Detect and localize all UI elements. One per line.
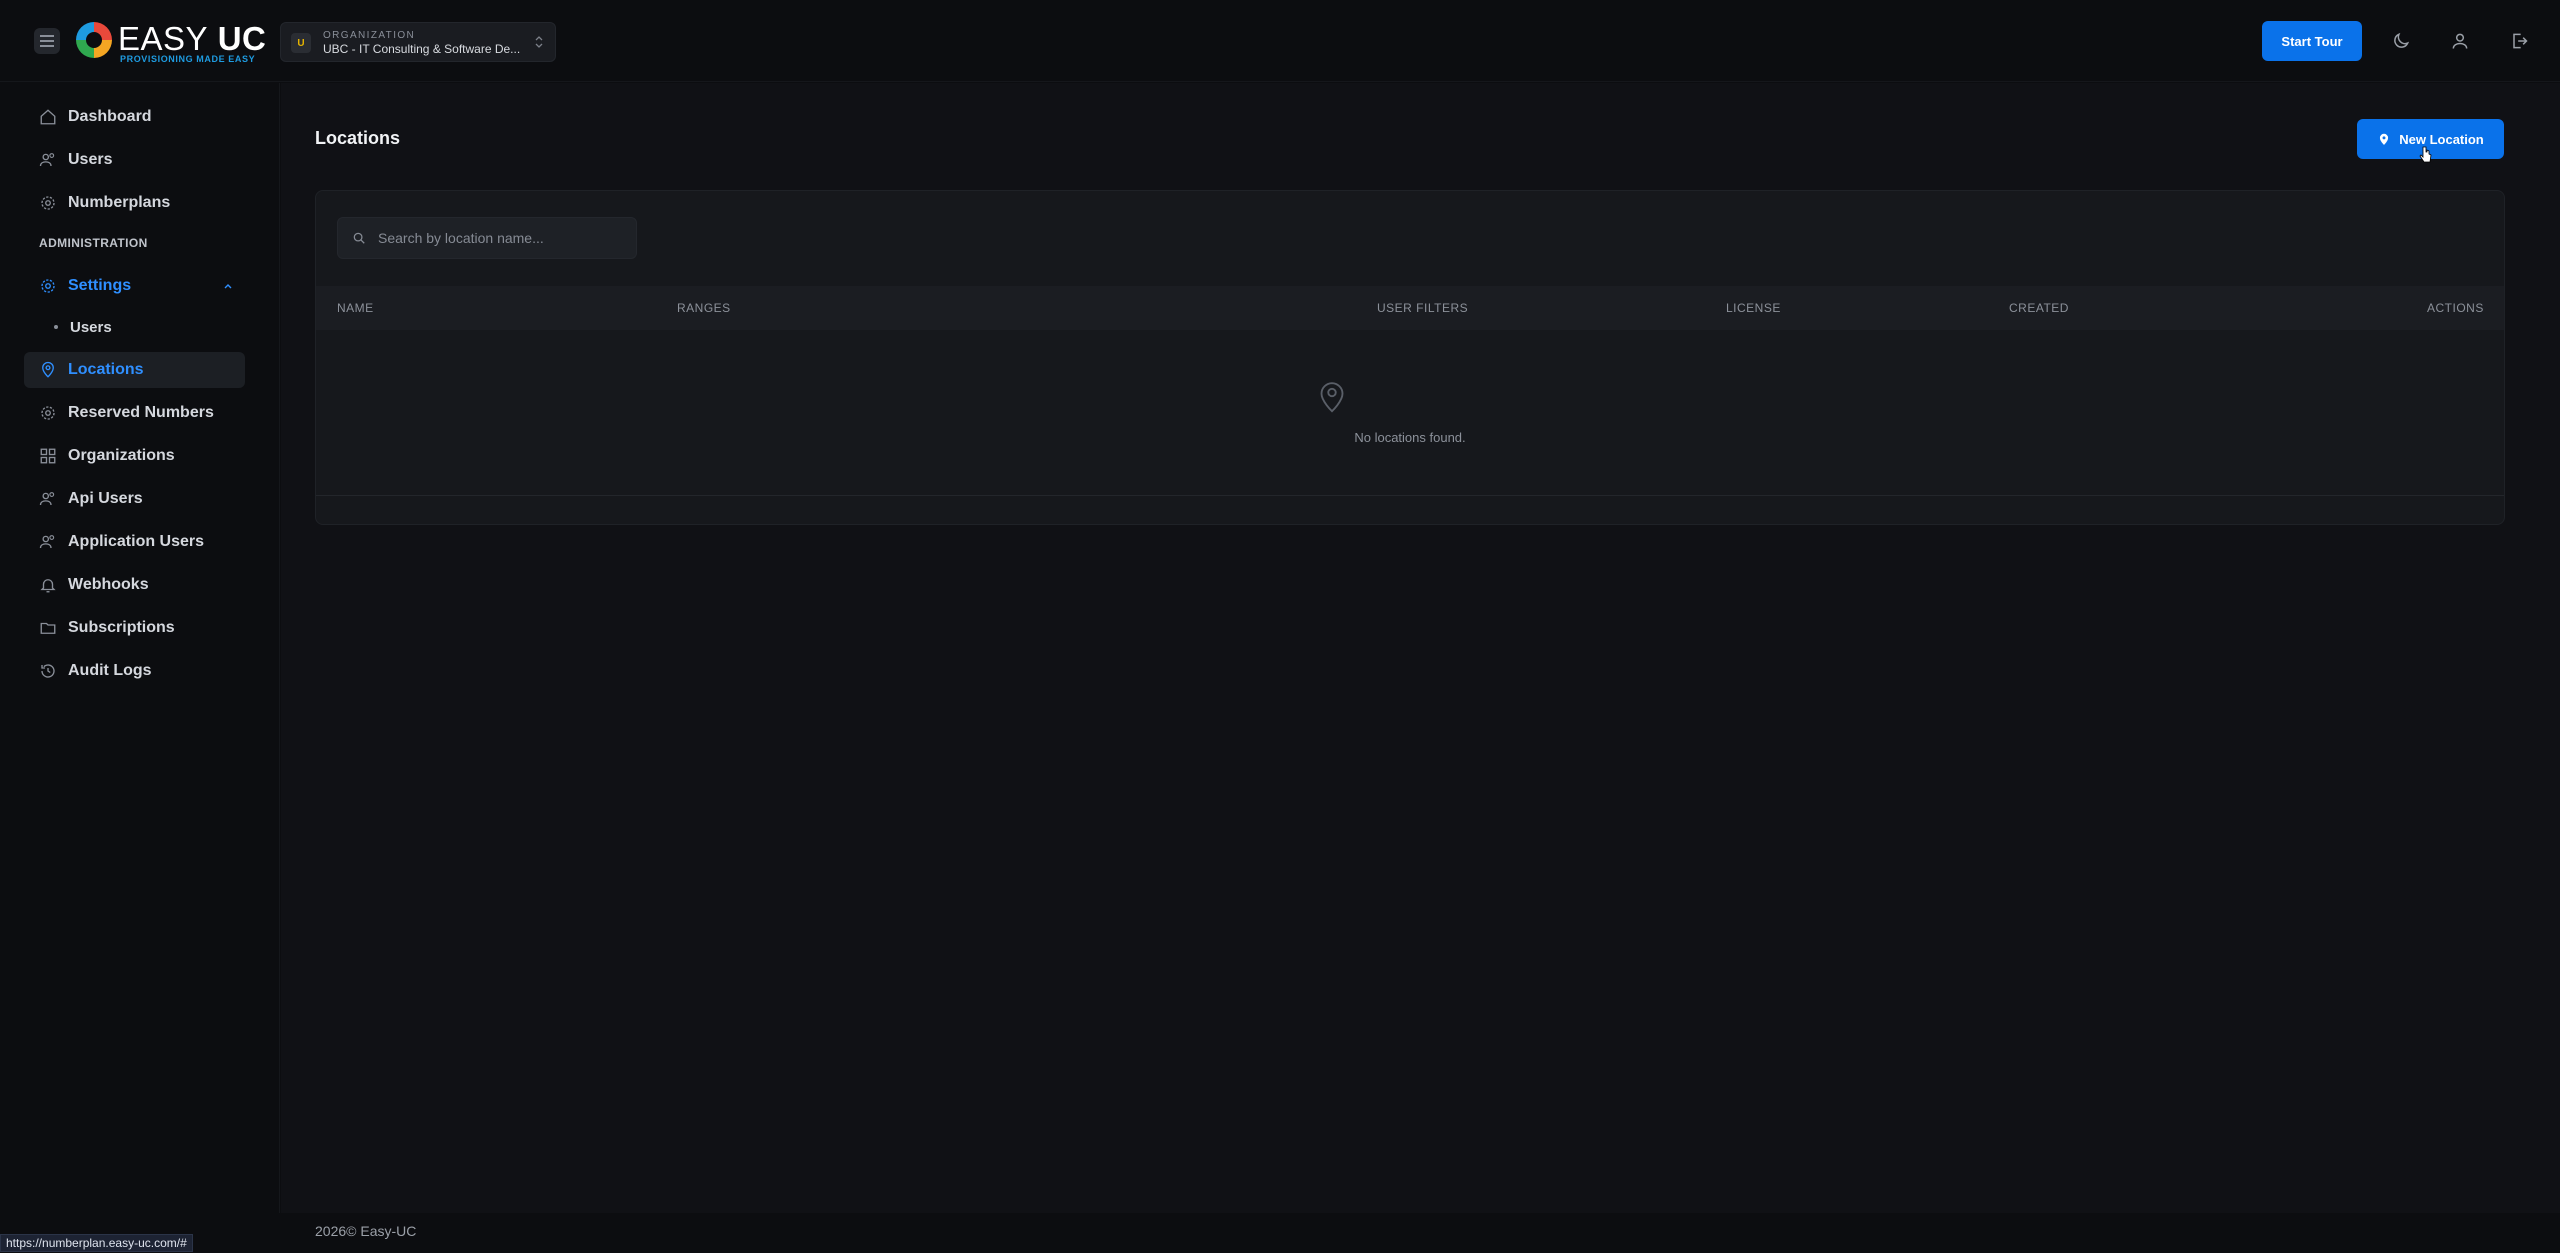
sidebar-item-webhooks[interactable]: Webhooks xyxy=(24,567,245,603)
bullet-dot-icon xyxy=(54,325,58,329)
sidebar-item-audit-logs[interactable]: Audit Logs xyxy=(24,653,245,689)
organization-name: UBC - IT Consulting & Software De... xyxy=(323,42,521,56)
locations-table-card: NAME RANGES USER FILTERS LICENSE CREATED… xyxy=(315,190,2505,525)
status-bar-url: https://numberplan.easy-uc.com/# xyxy=(0,1234,193,1252)
sidebar-item-users[interactable]: Users xyxy=(24,142,245,178)
sidebar-item-numberplans[interactable]: Numberplans xyxy=(24,185,245,221)
map-pin-icon xyxy=(36,361,60,379)
sidebar-item-organizations[interactable]: Organizations xyxy=(24,438,245,474)
folder-icon xyxy=(36,619,60,637)
easy-uc-logo[interactable]: EASY UC PROVISIONING MADE EASY xyxy=(72,18,266,64)
column-header-created[interactable]: CREATED xyxy=(2009,301,2069,315)
logo-wordmark: EASY UC xyxy=(118,20,267,57)
users-icon xyxy=(36,151,60,169)
sidebar-item-label: Settings xyxy=(68,277,132,294)
section-label-administration: ADMINISTRATION xyxy=(39,236,148,250)
sidebar-item-label: Application Users xyxy=(68,533,205,550)
sidebar-item-reserved-numbers[interactable]: Reserved Numbers xyxy=(24,395,245,431)
sidebar-item-label: Subscriptions xyxy=(68,619,175,636)
sidebar-subitem-label: Users xyxy=(70,318,112,336)
column-header-actions: ACTIONS xyxy=(2427,301,2484,315)
organization-avatar: U xyxy=(291,33,311,53)
bell-icon xyxy=(36,576,60,594)
logo-tagline: PROVISIONING MADE EASY xyxy=(120,54,256,64)
settings-gear-icon xyxy=(36,277,60,295)
mouse-pointer-icon xyxy=(2419,146,2433,169)
logo-mark-icon xyxy=(76,22,112,58)
user-profile-icon[interactable] xyxy=(2447,28,2473,54)
sidebar-item-label: Audit Logs xyxy=(68,662,152,679)
sidebar: Dashboard Users Numberplans ADMINISTRATI… xyxy=(0,83,280,1213)
users-icon xyxy=(36,490,60,508)
history-icon xyxy=(36,662,60,680)
table-header: NAME RANGES USER FILTERS LICENSE CREATED… xyxy=(316,286,2504,330)
sidebar-item-label: Users xyxy=(68,151,113,168)
column-header-license[interactable]: LICENSE xyxy=(1726,301,1781,315)
sidebar-item-settings[interactable]: Settings xyxy=(24,268,245,304)
search-input[interactable] xyxy=(376,229,626,247)
sidebar-item-locations[interactable]: Locations xyxy=(24,352,245,388)
sidebar-item-dashboard[interactable]: Dashboard xyxy=(24,99,245,135)
search-field[interactable] xyxy=(337,217,637,259)
cog-icon xyxy=(36,404,60,422)
sidebar-subitem-users[interactable]: Users xyxy=(54,312,112,342)
search-icon xyxy=(352,231,366,245)
page-title: Locations xyxy=(315,128,401,148)
chevron-up-icon[interactable] xyxy=(223,278,233,296)
sidebar-item-label: Reserved Numbers xyxy=(68,404,214,421)
sidebar-item-label: Organizations xyxy=(68,447,175,464)
dark-mode-moon-icon[interactable] xyxy=(2388,28,2414,54)
footer-copyright: 2026© Easy-UC xyxy=(315,1223,417,1239)
organization-selector[interactable]: U ORGANIZATION UBC - IT Consulting & Sof… xyxy=(280,22,556,62)
menu-toggle-icon[interactable] xyxy=(34,28,60,54)
users-icon xyxy=(36,533,60,551)
top-header: EASY UC PROVISIONING MADE EASY U ORGANIZ… xyxy=(0,0,2560,82)
empty-state-message: No locations found. xyxy=(1354,430,1466,445)
column-header-name[interactable]: NAME xyxy=(337,301,374,315)
sidebar-item-label: Numberplans xyxy=(68,194,171,211)
new-location-label: New Location xyxy=(2399,131,2484,147)
table-divider xyxy=(316,495,2504,496)
cog-icon xyxy=(36,194,60,212)
main-content: Locations New Location NAME RANGES USER … xyxy=(281,83,2560,1213)
sidebar-item-api-users[interactable]: Api Users xyxy=(24,481,245,517)
sidebar-item-application-users[interactable]: Application Users xyxy=(24,524,245,560)
home-icon xyxy=(36,108,60,126)
sidebar-item-label: Locations xyxy=(68,361,144,378)
organization-label: ORGANIZATION xyxy=(323,30,416,41)
column-header-user-filters[interactable]: USER FILTERS xyxy=(1377,301,1468,315)
start-tour-button[interactable]: Start Tour xyxy=(2262,21,2362,61)
sidebar-item-label: Api Users xyxy=(68,490,143,507)
column-header-ranges[interactable]: RANGES xyxy=(677,301,731,315)
logout-icon[interactable] xyxy=(2506,28,2532,54)
empty-map-pin-icon xyxy=(1318,378,1346,419)
sidebar-item-label: Dashboard xyxy=(68,108,152,125)
sidebar-item-subscriptions[interactable]: Subscriptions xyxy=(24,610,245,646)
map-pin-icon xyxy=(2380,133,2389,145)
chevron-updown-icon xyxy=(535,35,543,52)
sidebar-item-label: Webhooks xyxy=(68,576,149,593)
grid-icon xyxy=(36,447,60,465)
